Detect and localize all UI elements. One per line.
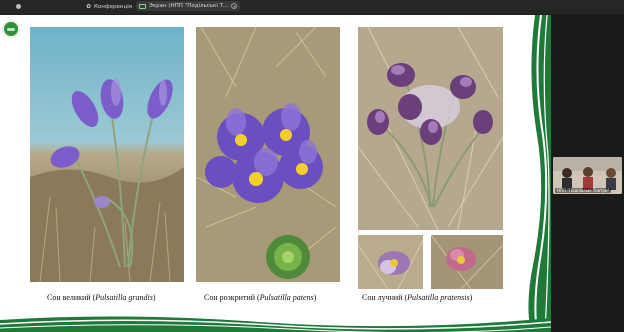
tab-screen-share-label: Экран (НПП "Подільські Т... — [149, 3, 229, 9]
photo-pulsatilla-pratensis — [358, 27, 503, 230]
close-icon[interactable]: × — [231, 3, 238, 9]
tab-first[interactable] — [16, 1, 24, 12]
participant-name-label: НПП "Подільські Товтри" — [555, 188, 612, 193]
caption-grandis: Сон великий (Pulsatilla grandis) — [47, 293, 156, 302]
right-decorative-stripes — [528, 15, 551, 332]
tab-screen-share[interactable]: Экран (НПП "Подільські Т... × — [136, 1, 241, 11]
park-logo-icon — [2, 20, 20, 38]
participants-panel: НПП "Подільські Товтри" — [551, 15, 624, 332]
paw-icon: ✿ — [86, 3, 92, 10]
bottom-decorative-stripes — [0, 316, 551, 332]
screen-share-icon — [139, 3, 146, 9]
presentation-slide: Сон великий (Pulsatilla grandis) Сон роз… — [0, 15, 551, 332]
photo-pratensis-small-right — [431, 235, 503, 289]
top-tab-bar: ✿ Конференція Экран (НПП "Подільські Т..… — [0, 0, 624, 14]
photo-pulsatilla-patens — [196, 27, 340, 282]
photo-pratensis-small-left — [358, 235, 423, 289]
photo-pulsatilla-grandis — [30, 27, 184, 282]
participant-video-tile[interactable]: НПП "Подільські Товтри" — [553, 157, 622, 194]
tab-conference[interactable]: ✿ Конференція — [86, 1, 132, 12]
caption-pratensis: Сон лучний (Pulsatilla pratensis) — [362, 293, 473, 302]
caption-patens: Сон розкритий (Pulsatilla patens) — [204, 293, 317, 302]
tab-conference-label: Конференція — [94, 3, 133, 10]
app-dot-icon — [16, 4, 21, 9]
